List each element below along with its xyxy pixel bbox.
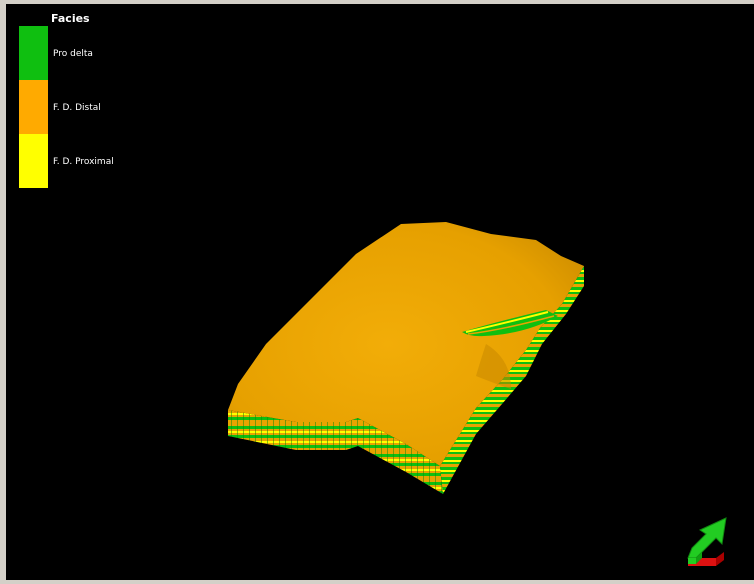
north-arrow-icon[interactable] <box>682 512 736 570</box>
facies-3d-model[interactable] <box>6 4 754 580</box>
3d-viewport[interactable]: Facies Pro delta F. D. Distal F. D. Prox… <box>0 0 754 584</box>
